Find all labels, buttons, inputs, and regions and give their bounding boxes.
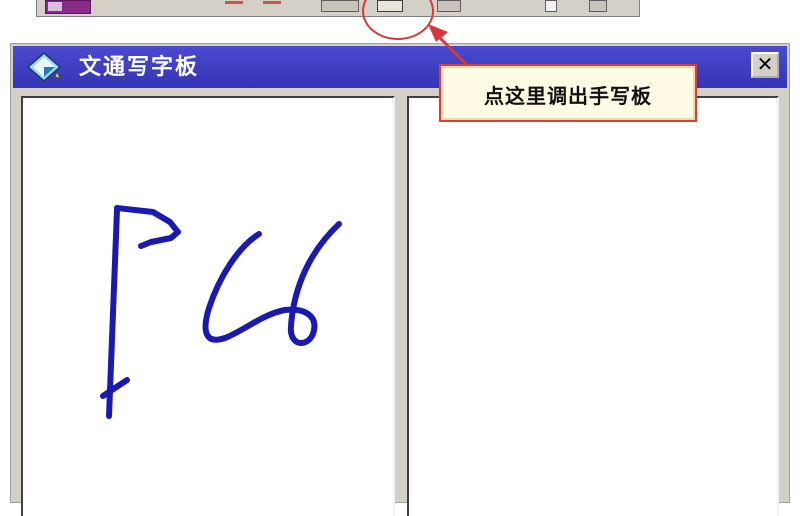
callout-text: 点这里调出手写板 [484,84,652,108]
word-app-icon[interactable] [45,0,91,14]
toolbar-mark [225,1,243,4]
recognition-result-pad[interactable] [407,96,779,516]
toolbar-button[interactable] [321,0,359,12]
toolbar-button[interactable] [589,0,607,12]
annotation-circle [362,0,434,40]
handwriting-strokes [100,205,342,419]
top-toolbar [36,0,640,17]
tooltip-callout: 点这里调出手写板 [439,64,697,122]
app-icon [27,52,61,82]
close-icon[interactable]: ✕ [751,52,779,78]
window-title: 文通写字板 [79,54,200,80]
toolbar-button[interactable] [437,0,461,12]
handwriting-input-pad[interactable] [21,96,395,516]
toolbar-mark [263,1,281,4]
toolbar-button[interactable] [545,0,557,12]
